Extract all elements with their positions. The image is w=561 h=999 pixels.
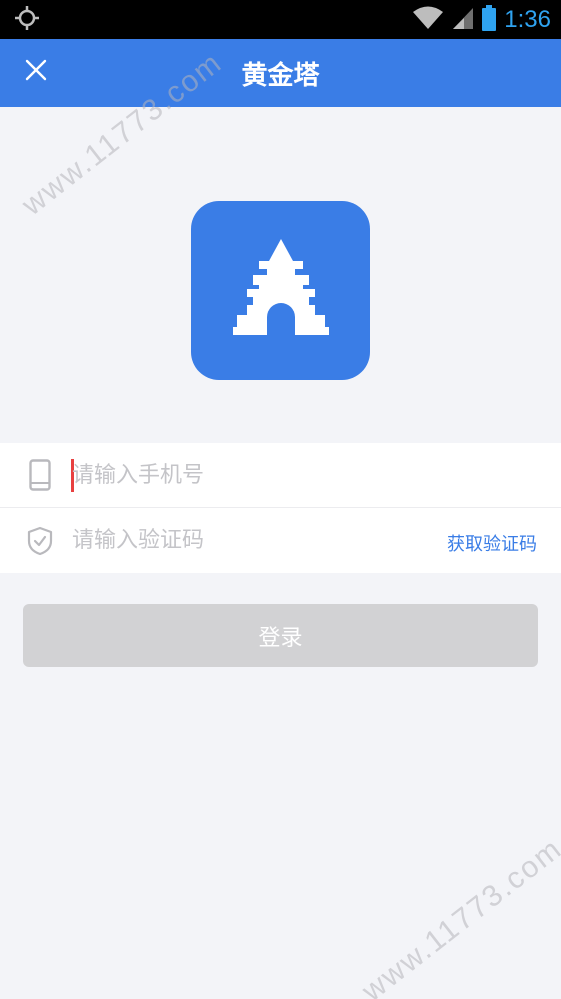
wifi-icon bbox=[412, 6, 444, 34]
code-row: 获取验证码 bbox=[0, 508, 561, 573]
battery-icon bbox=[482, 4, 497, 35]
shield-icon bbox=[26, 525, 54, 557]
status-icons: 1:36 bbox=[412, 4, 551, 35]
tower-icon bbox=[225, 238, 337, 343]
cell-signal-icon bbox=[452, 6, 474, 34]
close-icon bbox=[25, 59, 47, 85]
app-logo bbox=[191, 201, 370, 380]
login-button[interactable]: 登录 bbox=[23, 604, 538, 667]
page-title: 黄金塔 bbox=[241, 60, 320, 91]
location-icon bbox=[14, 5, 40, 35]
app-bar: 黄金塔 bbox=[0, 39, 561, 107]
phone-icon bbox=[26, 459, 54, 491]
phone-row bbox=[0, 443, 561, 508]
close-button[interactable] bbox=[18, 54, 54, 90]
get-code-button[interactable]: 获取验证码 bbox=[447, 530, 537, 556]
phone-input[interactable] bbox=[72, 457, 412, 493]
watermark-bottom: www.11773.com bbox=[356, 831, 561, 999]
clock: 1:36 bbox=[504, 5, 551, 33]
status-bar: 1:36 bbox=[0, 0, 561, 39]
login-form: 获取验证码 bbox=[0, 443, 561, 573]
verification-code-input[interactable] bbox=[72, 522, 412, 558]
